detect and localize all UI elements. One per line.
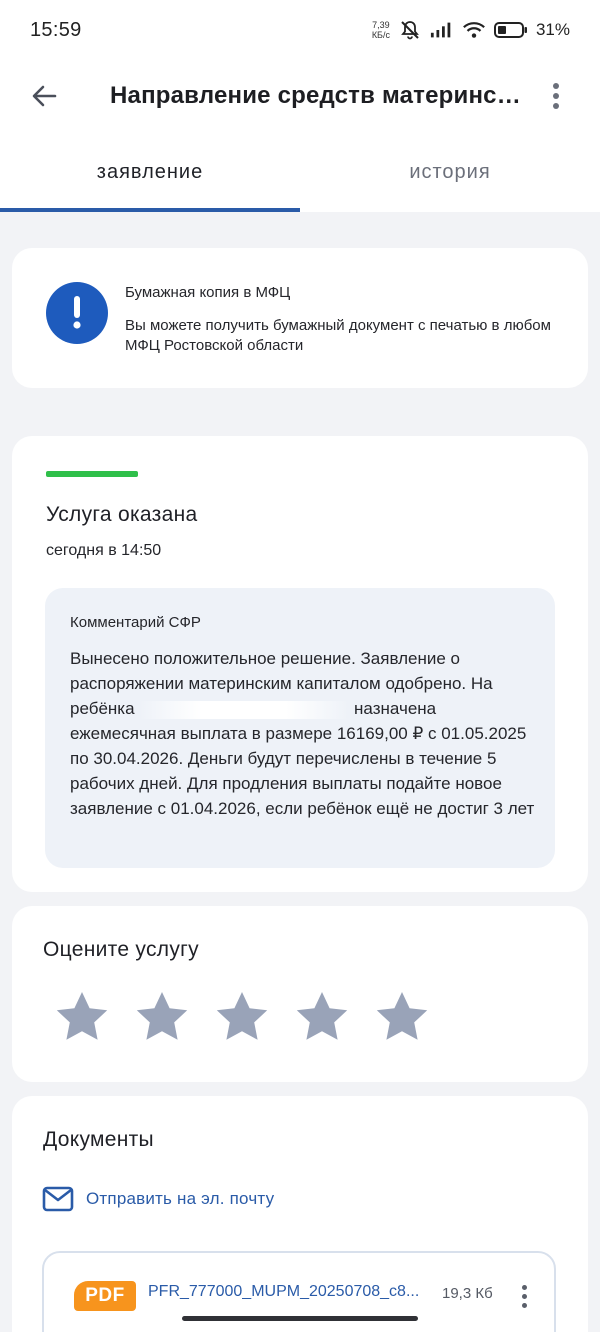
status-date: сегодня в 14:50 bbox=[46, 542, 162, 559]
star-2-icon[interactable] bbox=[136, 990, 188, 1042]
status-indicator-bar bbox=[46, 471, 138, 477]
status-time: 15:59 bbox=[30, 18, 82, 41]
info-text: Вы можете получить бумажный документ с п… bbox=[125, 317, 551, 354]
star-4-icon[interactable] bbox=[296, 990, 348, 1042]
star-3-icon[interactable] bbox=[216, 990, 268, 1042]
comment-title: Комментарий СФР bbox=[70, 614, 201, 631]
page-title: Направление средств материнского капитал… bbox=[110, 82, 530, 109]
battery-icon bbox=[493, 19, 528, 41]
service-status-card: Услуга оказана сегодня в 14:50 Комментар… bbox=[12, 436, 588, 892]
send-email-label: Отправить на эл. почту bbox=[86, 1189, 275, 1208]
file-size: 19,3 Кб bbox=[442, 1285, 493, 1302]
send-email-button[interactable]: Отправить на эл. почту bbox=[42, 1186, 274, 1212]
pdf-icon: PDF bbox=[74, 1281, 136, 1311]
file-more-icon[interactable] bbox=[512, 1285, 536, 1321]
back-button[interactable] bbox=[20, 72, 68, 120]
net-speed: 7,39 КБ/с bbox=[372, 20, 390, 40]
info-title: Бумажная копия в МФЦ bbox=[125, 284, 291, 301]
star-5-icon[interactable] bbox=[376, 990, 428, 1042]
mail-icon bbox=[42, 1186, 74, 1212]
rating-title: Оцените услугу bbox=[43, 938, 199, 961]
exclamation-icon bbox=[46, 282, 108, 344]
status-bar: 15:59 7,39 КБ/с 31% bbox=[0, 0, 600, 60]
comment-box: Комментарий СФР Вынесено положительное р… bbox=[45, 588, 555, 868]
documents-card: Документы Отправить на эл. почту PDF PFR… bbox=[12, 1096, 588, 1332]
file-name[interactable]: PFR_777000_MUPM_20250708_c8... bbox=[148, 1283, 433, 1301]
redacted-area bbox=[139, 700, 350, 719]
home-indicator[interactable] bbox=[182, 1316, 418, 1321]
star-1-icon[interactable] bbox=[56, 990, 108, 1042]
status-icons: 7,39 КБ/с 31% bbox=[372, 19, 570, 41]
comment-text: Вынесено положительное решение. Заявлени… bbox=[70, 646, 540, 821]
wifi-icon bbox=[462, 19, 486, 41]
net-speed-unit: КБ/с bbox=[371, 30, 390, 40]
battery-percent: 31% bbox=[535, 20, 570, 39]
mfc-copy-card: Бумажная копия в МФЦ Вы можете получить … bbox=[12, 248, 588, 388]
net-speed-value: 7,39 bbox=[372, 20, 390, 30]
rating-stars bbox=[56, 990, 428, 1042]
tab-history[interactable]: история bbox=[300, 132, 600, 212]
more-options-button[interactable] bbox=[532, 72, 580, 120]
tab-application[interactable]: заявление bbox=[0, 132, 300, 212]
more-vertical-icon bbox=[553, 83, 559, 109]
status-title: Услуга оказана bbox=[46, 503, 198, 526]
arrow-left-icon bbox=[32, 85, 57, 107]
documents-title: Документы bbox=[43, 1128, 154, 1151]
app-bar: Направление средств материнского капитал… bbox=[0, 60, 600, 132]
tab-bar: заявление история bbox=[0, 132, 600, 212]
rating-card: Оцените услугу bbox=[12, 906, 588, 1082]
signal-icon bbox=[430, 19, 454, 41]
mute-icon bbox=[398, 19, 422, 41]
